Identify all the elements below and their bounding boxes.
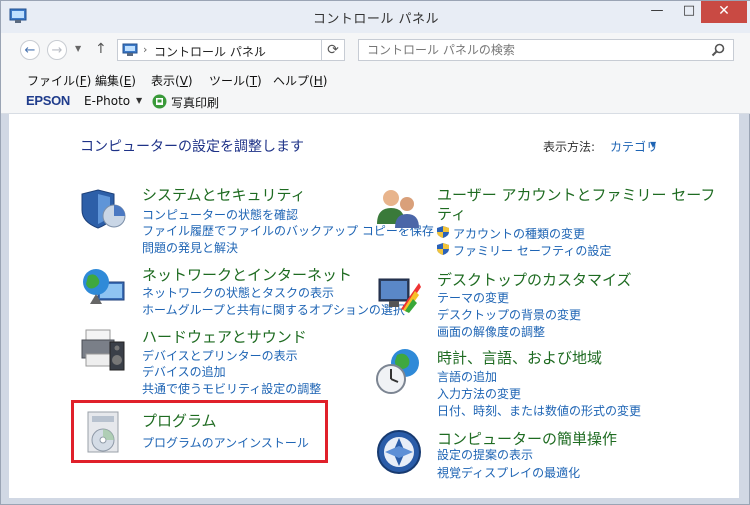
minimize-button[interactable]: — bbox=[642, 1, 672, 23]
title-bar[interactable]: コントロール パネル — □ ✕ bbox=[1, 1, 750, 33]
category-title-appearance[interactable]: デスクトップのカスタマイズ bbox=[437, 269, 632, 290]
link-troubleshoot[interactable]: 問題の発見と解決 bbox=[142, 239, 238, 256]
link-optimize-display[interactable]: 視覚ディスプレイの最適化 bbox=[437, 464, 580, 481]
printer-speaker-icon bbox=[81, 329, 125, 371]
category-title-clock[interactable]: 時計、言語、および地域 bbox=[437, 347, 602, 368]
photo-print-icon[interactable] bbox=[152, 94, 167, 109]
breadcrumb-separator[interactable]: › bbox=[258, 43, 262, 56]
uac-shield-icon bbox=[437, 243, 449, 255]
link-recommended-settings[interactable]: 設定の提案の表示 bbox=[437, 446, 533, 463]
highlight-box bbox=[71, 400, 328, 463]
menu-tools[interactable]: ツール(T) bbox=[209, 72, 262, 89]
control-panel-window: コントロール パネル — □ ✕ ← → ▼ ↑ › コントロール パネル › … bbox=[0, 0, 750, 505]
link-devices-printers[interactable]: デバイスとプリンターの表示 bbox=[142, 347, 298, 364]
close-button[interactable]: ✕ bbox=[701, 1, 747, 23]
link-network-status[interactable]: ネットワークの状態とタスクの表示 bbox=[142, 284, 334, 301]
menu-file[interactable]: ファイル(F) bbox=[27, 72, 91, 89]
epson-toolbar: EPSON E-Photo ▼ 写真印刷 bbox=[1, 93, 750, 114]
search-icon[interactable] bbox=[711, 43, 725, 57]
link-change-input-method[interactable]: 入力方法の変更 bbox=[437, 385, 521, 402]
window-title: コントロール パネル bbox=[312, 12, 440, 27]
uac-shield-icon bbox=[437, 226, 449, 238]
desktop-personalization-icon bbox=[378, 278, 421, 313]
link-change-background[interactable]: デスクトップの背景の変更 bbox=[437, 306, 581, 323]
menu-view[interactable]: 表示(V) bbox=[151, 72, 193, 89]
link-family-safety[interactable]: ファミリー セーフティの設定 bbox=[453, 242, 611, 259]
address-bar[interactable]: › コントロール パネル › ▼ bbox=[117, 39, 424, 61]
link-change-theme[interactable]: テーマの変更 bbox=[437, 289, 509, 306]
link-mobility-settings[interactable]: 共通で使うモビリティ設定の調整 bbox=[142, 380, 321, 397]
recent-locations-dropdown-icon[interactable]: ▼ bbox=[75, 44, 81, 53]
view-by-label: 表示方法: bbox=[543, 140, 596, 154]
link-add-device[interactable]: デバイスの追加 bbox=[142, 363, 226, 380]
link-date-time-format[interactable]: 日付、時刻、または数値の形式の変更 bbox=[437, 402, 641, 419]
ease-of-access-icon bbox=[377, 430, 421, 474]
link-screen-resolution[interactable]: 画面の解像度の調整 bbox=[437, 323, 545, 340]
search-box[interactable] bbox=[358, 39, 734, 61]
menu-bar: ファイル(F) 編集(E) 表示(V) ツール(T) ヘルプ(H) bbox=[1, 67, 750, 93]
breadcrumb-control-panel[interactable]: コントロール パネル bbox=[154, 43, 266, 60]
refresh-button[interactable]: ⟳ bbox=[321, 39, 345, 61]
navigation-bar: ← → ▼ ↑ › コントロール パネル › ▼ ⟳ bbox=[1, 33, 750, 67]
epson-logo: EPSON bbox=[26, 93, 71, 108]
maximize-button[interactable]: □ bbox=[674, 1, 704, 23]
menu-help[interactable]: ヘルプ(H) bbox=[273, 72, 327, 89]
category-title-users-cont[interactable]: ティ bbox=[437, 203, 466, 224]
link-check-status[interactable]: コンピューターの状態を確認 bbox=[142, 206, 298, 223]
link-add-language[interactable]: 言語の追加 bbox=[437, 368, 497, 385]
control-panel-icon bbox=[122, 43, 138, 56]
globe-network-icon bbox=[83, 269, 125, 304]
category-title-system[interactable]: システムとセキュリティ bbox=[142, 184, 306, 205]
back-button[interactable]: ← bbox=[20, 40, 40, 60]
search-input[interactable] bbox=[359, 40, 707, 60]
clock-globe-icon bbox=[376, 349, 419, 394]
shield-pie-chart-icon bbox=[81, 189, 126, 229]
link-change-account-type[interactable]: アカウントの種類の変更 bbox=[453, 225, 585, 242]
category-title-hardware[interactable]: ハードウェアとサウンド bbox=[142, 326, 307, 347]
photo-print-button[interactable]: 写真印刷 bbox=[171, 94, 219, 111]
link-homegroup[interactable]: ホームグループと共有に関するオプションの選択 bbox=[142, 301, 405, 318]
ephoto-menu[interactable]: E-Photo bbox=[84, 94, 130, 108]
page-title: コンピューターの設定を調整します bbox=[80, 139, 304, 155]
ephoto-dropdown-icon[interactable]: ▼ bbox=[136, 96, 142, 105]
category-title-network[interactable]: ネットワークとインターネット bbox=[142, 264, 352, 285]
category-title-users[interactable]: ユーザー アカウントとファミリー セーフ bbox=[437, 184, 715, 205]
users-icon bbox=[377, 190, 419, 228]
forward-button[interactable]: → bbox=[47, 40, 67, 60]
main-content: コンピューターの設定を調整します 表示方法: カテゴリ ▼ システムとセキュリテ… bbox=[9, 114, 739, 498]
up-arrow-icon[interactable]: ↑ bbox=[95, 41, 107, 57]
breadcrumb-separator[interactable]: › bbox=[143, 43, 147, 56]
view-by-dropdown-icon[interactable]: ▼ bbox=[650, 140, 656, 149]
menu-edit[interactable]: 編集(E) bbox=[95, 72, 136, 89]
